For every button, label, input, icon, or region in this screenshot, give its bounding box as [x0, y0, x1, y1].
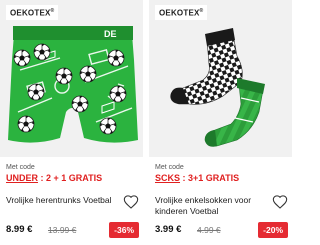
heart-outline-icon[interactable]: [123, 194, 139, 210]
code-label: Met code: [6, 164, 35, 171]
product-title[interactable]: Vrolijke herentrunks Voetbal: [6, 195, 116, 206]
product-card-trunks[interactable]: OEKOTEX® DE Met code UNDER: 2 + 1 GRATI…: [0, 0, 143, 245]
promo-code[interactable]: SCKS: [155, 173, 180, 183]
product-card-socks[interactable]: OEKOTEX® Met code SCKS: 3+1 GRATIS Vrol…: [149, 0, 292, 245]
svg-text:DE: DE: [104, 29, 117, 39]
product-grid: OEKOTEX® DE Met code UNDER: 2 + 1 GRATI…: [0, 0, 295, 245]
price-row: 3.99 € 4.99 € -20%: [155, 222, 292, 238]
current-price: 8.99 €: [6, 224, 33, 235]
old-price: 4.99 €: [197, 225, 221, 235]
code-label: Met code: [155, 164, 184, 171]
old-price: 13.99 €: [48, 225, 77, 235]
discount-badge: -36%: [109, 222, 139, 238]
product-image-socks[interactable]: OEKOTEX®: [149, 0, 292, 157]
product-image-trunks[interactable]: OEKOTEX® DE: [0, 0, 143, 157]
promo-offer: 2 + 1 GRATIS: [46, 173, 103, 183]
oekotex-badge: OEKOTEX®: [6, 5, 59, 20]
promo-code-line: UNDER : 2 + 1 GRATIS: [6, 173, 103, 183]
socks-illustration: [170, 28, 265, 147]
oekotex-badge: OEKOTEX®: [155, 5, 208, 20]
trunks-illustration: DE: [8, 26, 138, 143]
price-row: 8.99 € 13.99 € -36%: [6, 222, 143, 238]
promo-code[interactable]: UNDER: [6, 173, 38, 183]
discount-badge: -20%: [258, 222, 288, 238]
heart-outline-icon[interactable]: [272, 194, 288, 210]
product-title[interactable]: Vrolijke enkelsokken voor kinderen Voetb…: [155, 195, 265, 217]
promo-offer: 3+1 GRATIS: [188, 173, 240, 183]
current-price: 3.99 €: [155, 224, 182, 235]
promo-code-line: SCKS : 3+1 GRATIS: [155, 173, 240, 183]
